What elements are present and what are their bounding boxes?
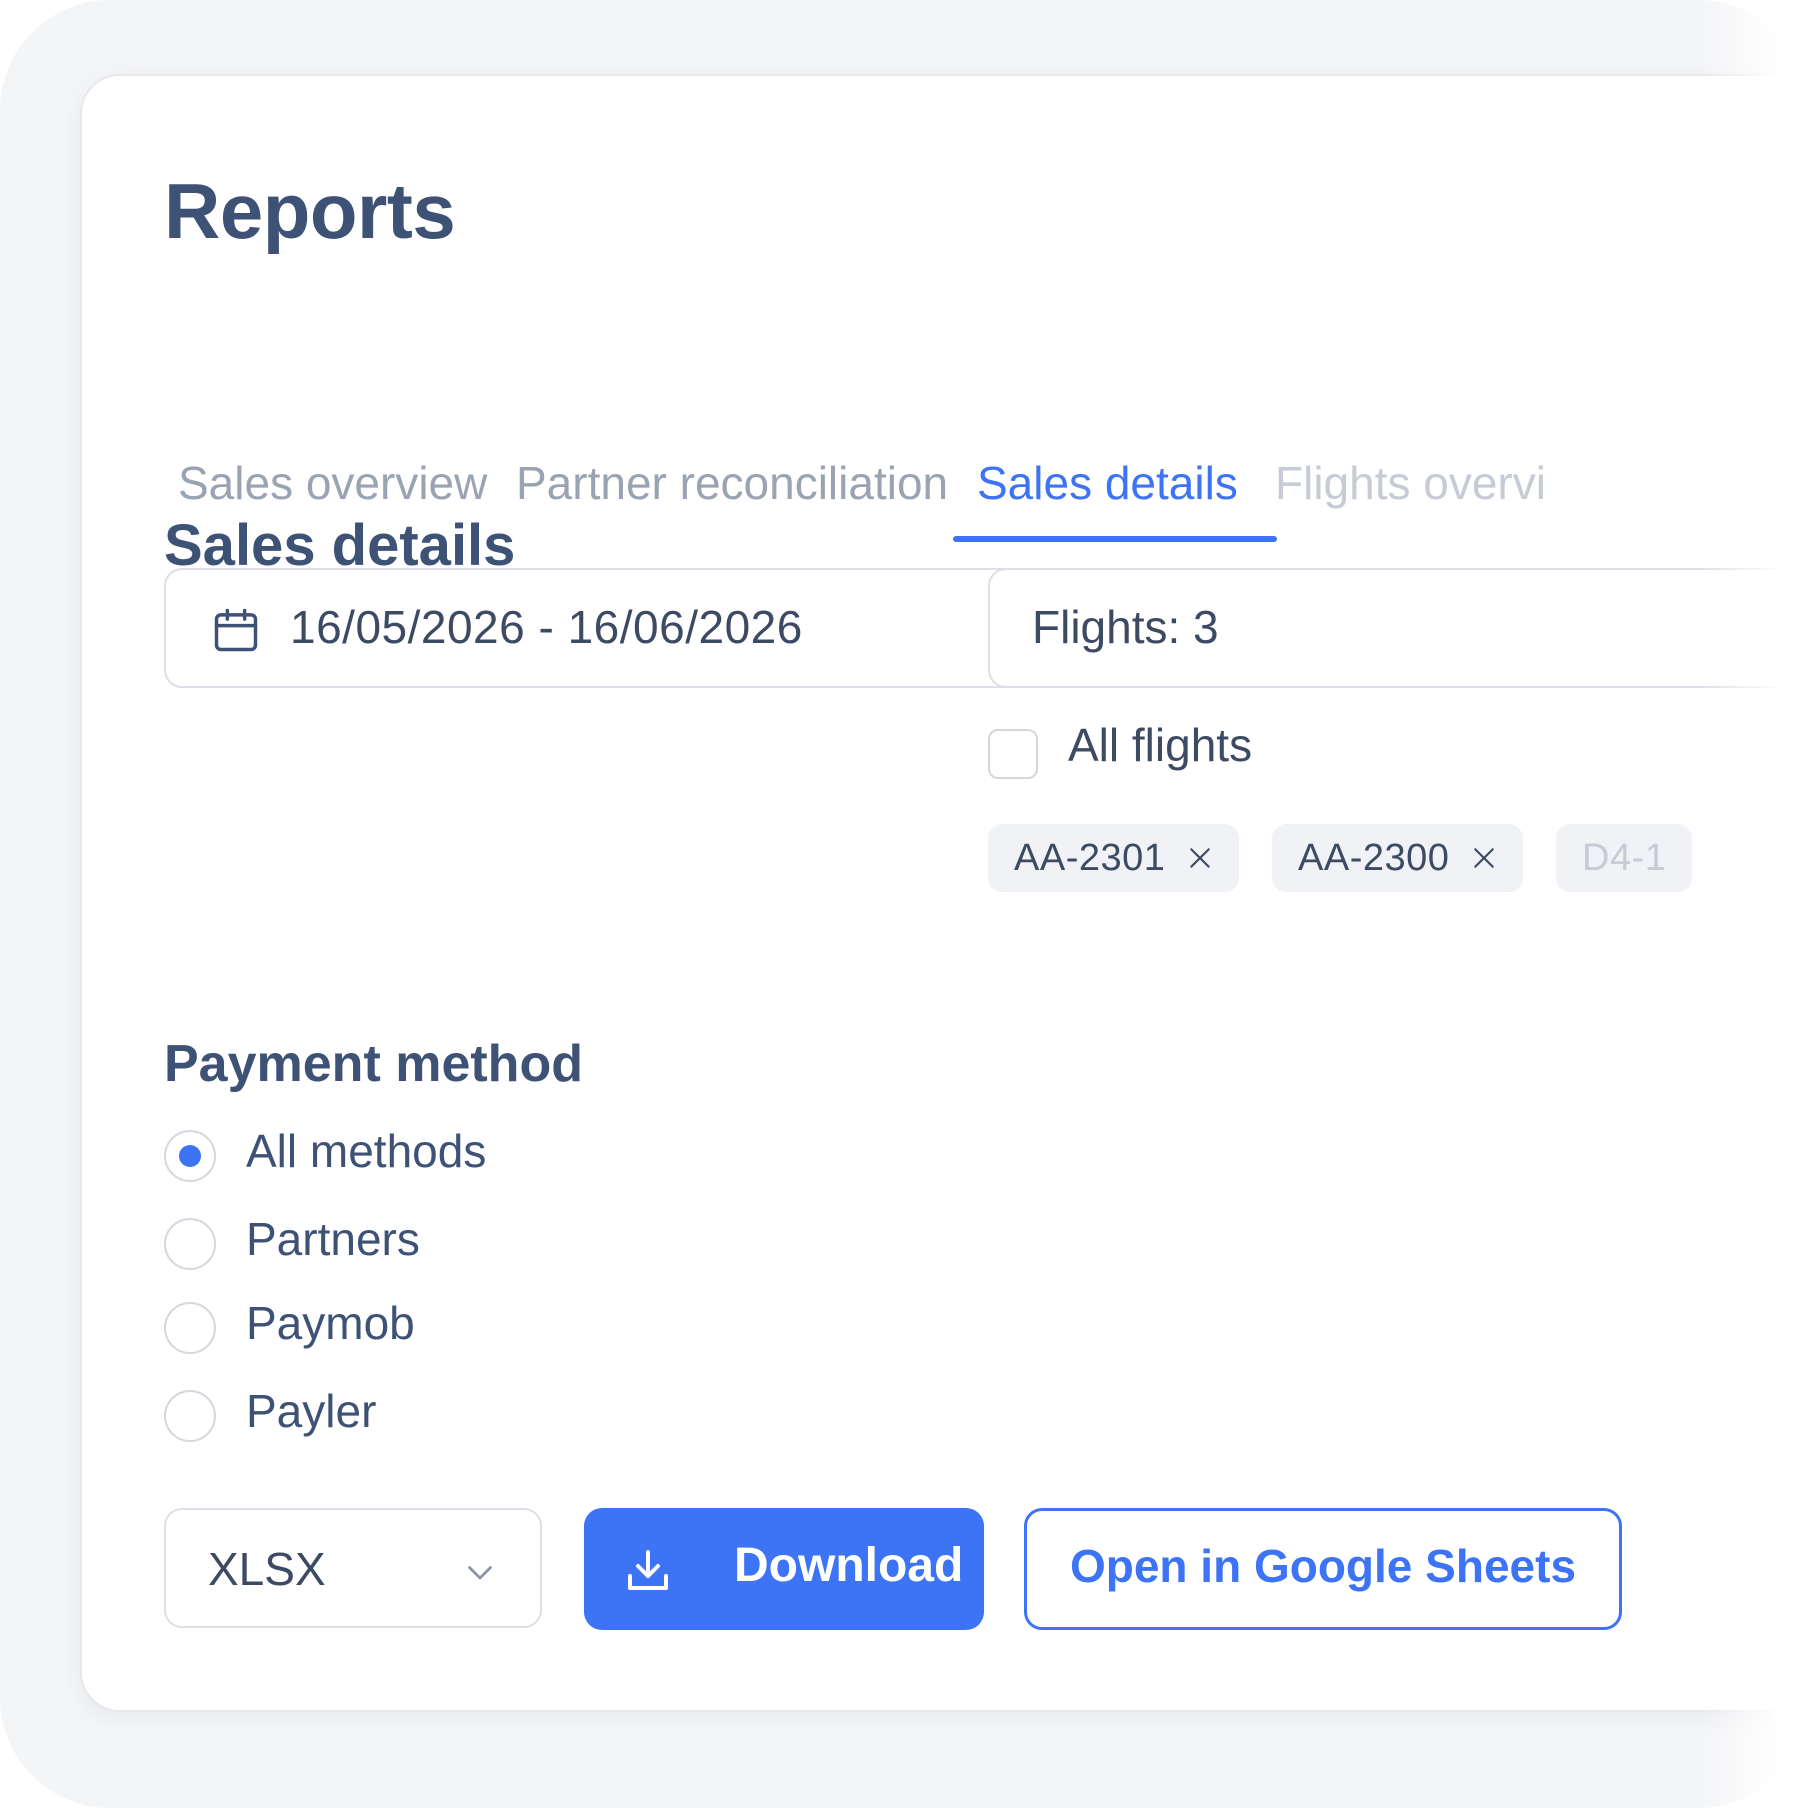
calendar-icon <box>214 608 258 652</box>
radio-payler[interactable] <box>164 1390 216 1442</box>
tab-sales-overview[interactable]: Sales overview <box>178 456 487 510</box>
page-title: Reports <box>164 167 456 255</box>
all-flights-label: All flights <box>1068 719 1253 771</box>
reports-card: Reports Sales overview Partner reconcili… <box>80 74 1808 1712</box>
all-flights-checkbox[interactable] <box>988 729 1038 779</box>
radio-partners[interactable] <box>164 1218 216 1270</box>
open-google-sheets-label: Open in Google Sheets <box>1069 1540 1577 1592</box>
tab-partner-reconciliation[interactable]: Partner reconciliation <box>516 456 948 510</box>
download-button-label: Download <box>734 1539 964 1592</box>
date-range-value: 16/05/2026 - 16/06/2026 <box>290 601 803 653</box>
flight-chip: AA-2301 <box>988 824 1240 892</box>
tab-flights-overview[interactable]: Flights overvi <box>1275 456 1546 510</box>
flight-chip-label: AA-2300 <box>1298 836 1450 879</box>
chevron-down-icon <box>468 1566 492 1580</box>
active-tab-indicator <box>953 536 1277 542</box>
export-format-select[interactable]: XLSX <box>164 1508 542 1628</box>
flight-chip-label: D4-1 <box>1582 836 1667 879</box>
download-icon <box>628 1550 668 1590</box>
tab-sales-details[interactable]: Sales details <box>977 456 1238 510</box>
download-button[interactable]: Download <box>584 1508 984 1630</box>
flight-chip: D4-1 <box>1556 824 1693 892</box>
radio-all-methods[interactable] <box>164 1130 216 1182</box>
radio-label: Paymob <box>246 1297 415 1349</box>
export-format-value: XLSX <box>208 1543 326 1595</box>
flight-chip: AA-2300 <box>1272 824 1524 892</box>
payment-method-title: Payment method <box>164 1035 583 1093</box>
radio-label: Payler <box>246 1385 377 1437</box>
radio-paymob[interactable] <box>164 1302 216 1354</box>
close-icon[interactable] <box>1187 845 1213 871</box>
flight-chip-label: AA-2301 <box>1014 836 1166 879</box>
flights-select[interactable]: Flights: 3 <box>988 568 1808 688</box>
report-tabs: Sales overview Partner reconciliation Sa… <box>82 376 1808 542</box>
flights-select-value: Flights: 3 <box>1032 601 1219 653</box>
close-icon[interactable] <box>1471 845 1497 871</box>
radio-label: Partners <box>246 1213 420 1265</box>
radio-label: All methods <box>246 1125 487 1177</box>
open-google-sheets-button[interactable]: Open in Google Sheets <box>1024 1508 1622 1630</box>
date-range-picker[interactable]: 16/05/2026 - 16/06/2026 <box>164 568 1030 688</box>
